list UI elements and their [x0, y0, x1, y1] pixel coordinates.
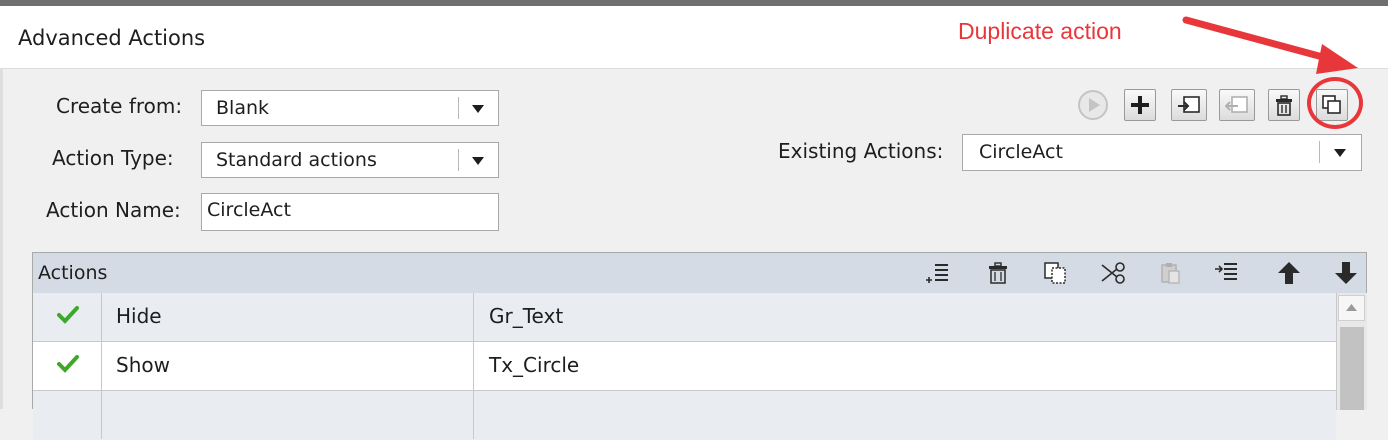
chevron-down-icon [472, 105, 484, 113]
scroll-up-button[interactable] [1338, 295, 1365, 321]
existing-actions-dropdown[interactable]: CircleAct [962, 134, 1362, 171]
move-up-icon[interactable] [1276, 260, 1302, 286]
row-status-cell [33, 342, 102, 390]
existing-actions-value: CircleAct [979, 141, 1063, 163]
create-from-value: Blank [216, 97, 270, 119]
annotation-label: Duplicate action [958, 18, 1122, 44]
create-from-label: Create from: [56, 94, 183, 118]
row-target-cell[interactable]: Tx_Circle [474, 342, 1334, 390]
play-icon [1078, 90, 1108, 120]
add-icon [1131, 96, 1149, 114]
row-action-text: Hide [116, 304, 162, 328]
action-name-label: Action Name: [46, 198, 181, 222]
add-action-button[interactable] [1124, 89, 1156, 121]
panel-left-edge [0, 68, 3, 409]
dropdown-separator [458, 149, 459, 171]
row-action-cell[interactable]: Hide [101, 293, 474, 341]
row-target-text: Tx_Circle [489, 353, 580, 377]
action-type-dropdown[interactable]: Standard actions [201, 142, 499, 178]
action-name-field[interactable] [201, 193, 499, 231]
action-type-value: Standard actions [216, 149, 377, 171]
dropdown-separator [458, 97, 459, 119]
move-down-icon[interactable] [1333, 260, 1359, 286]
preview-action-button[interactable] [1077, 89, 1109, 121]
window-title: Advanced Actions [18, 26, 206, 50]
table-row[interactable]: Show Tx_Circle [33, 342, 1336, 391]
cut-icon[interactable] [1101, 260, 1127, 286]
row-action-cell[interactable] [101, 391, 474, 439]
row-target-cell[interactable]: Gr_Text [474, 293, 1334, 341]
row-status-cell [33, 391, 102, 439]
checkmark-icon [57, 306, 79, 324]
action-name-input[interactable] [205, 198, 499, 222]
chevron-down-icon [472, 157, 484, 165]
export-icon [1225, 96, 1248, 113]
row-target-cell[interactable] [474, 391, 1334, 439]
annotation-arrow-icon [1182, 16, 1358, 74]
existing-actions-label: Existing Actions: [778, 139, 944, 163]
vertical-scrollbar[interactable] [1336, 293, 1367, 410]
chevron-up-icon [1346, 304, 1357, 311]
import-action-button[interactable] [1171, 89, 1207, 121]
actions-grid-header: Actions [33, 253, 1366, 294]
actions-grid: Actions Hide Gr_Text Show Tx_Circle [32, 252, 1367, 440]
row-status-cell [33, 293, 102, 341]
checkmark-icon [57, 355, 79, 373]
annotation-highlight-ring [1307, 77, 1363, 129]
insert-row-icon[interactable] [925, 260, 951, 286]
create-from-dropdown[interactable]: Blank [201, 90, 499, 126]
delete-action-button[interactable] [1268, 89, 1300, 121]
chevron-down-icon [1334, 149, 1346, 157]
table-row[interactable]: Hide Gr_Text [33, 293, 1336, 342]
export-action-button[interactable] [1219, 89, 1255, 121]
scrollbar-thumb[interactable] [1340, 327, 1364, 410]
row-action-text: Show [116, 353, 170, 377]
copy-icon[interactable] [1042, 260, 1068, 286]
paste-icon[interactable] [1157, 260, 1183, 286]
action-type-label: Action Type: [52, 146, 174, 170]
indent-icon[interactable] [1214, 260, 1240, 286]
trash-icon [1276, 95, 1292, 116]
actions-grid-title: Actions [38, 262, 108, 284]
row-target-text: Gr_Text [489, 304, 564, 328]
import-icon [1178, 96, 1200, 113]
trash-icon[interactable] [985, 260, 1011, 286]
row-action-cell[interactable]: Show [101, 342, 474, 390]
dropdown-separator [1319, 141, 1320, 163]
table-row[interactable] [33, 391, 1336, 440]
